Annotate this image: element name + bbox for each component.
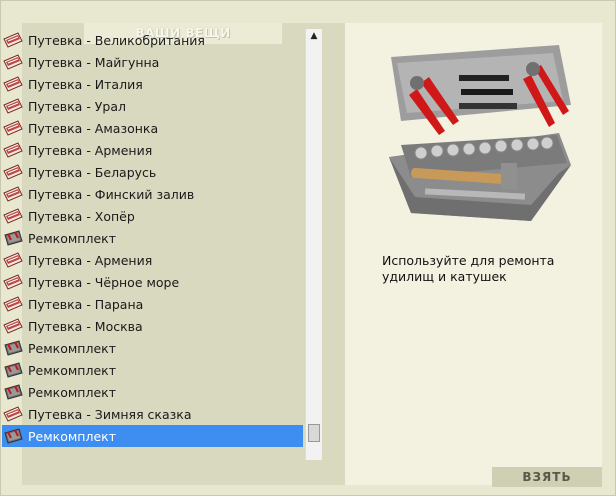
voucher-icon — [3, 53, 23, 71]
list-item-label: Путевка - Хопёр — [28, 208, 135, 224]
list-item-label: Путевка - Беларусь — [28, 164, 157, 180]
voucher-icon — [3, 185, 23, 203]
voucher-icon — [3, 317, 23, 335]
list-item-label: Ремкомплект — [28, 384, 116, 400]
list-item-label: Ремкомплект — [28, 340, 116, 356]
repair-kit-icon — [3, 229, 23, 247]
list-item-label: Путевка - Амазонка — [28, 120, 159, 136]
list-item-label: Путевка - Армения — [28, 252, 153, 268]
voucher-icon — [3, 119, 23, 137]
list-item[interactable]: Путевка - Италия — [2, 73, 303, 95]
list-item[interactable]: Путевка - Зимняя сказка — [2, 403, 303, 425]
voucher-icon — [3, 405, 23, 423]
list-item[interactable]: Путевка - Майгунна — [2, 51, 303, 73]
list-item[interactable]: Путевка - Парана — [2, 293, 303, 315]
list-item-label: Путевка - Великобритания — [28, 32, 205, 48]
voucher-icon — [3, 295, 23, 313]
list-item-label: Путевка - Парана — [28, 296, 144, 312]
list-item[interactable]: Ремкомплект — [2, 337, 303, 359]
take-button[interactable]: ВЗЯТЬ — [492, 467, 602, 487]
voucher-icon — [3, 207, 23, 225]
list-item[interactable]: Путевка - Амазонка — [2, 117, 303, 139]
scroll-down-icon[interactable] — [306, 446, 322, 460]
scroll-up-icon[interactable]: ▲ — [306, 29, 322, 43]
list-item-label: Путевка - Зимняя сказка — [28, 406, 192, 422]
voucher-icon — [3, 141, 23, 159]
list-item[interactable]: Ремкомплект — [2, 227, 303, 249]
list-item-label: Путевка - Майгунна — [28, 54, 160, 70]
scroll-thumb[interactable] — [308, 424, 320, 442]
list-item-label: Путевка - Москва — [28, 318, 143, 334]
list-item-label: Путевка - Чёрное море — [28, 274, 180, 290]
list-item-label: Путевка - Финский залив — [28, 186, 195, 202]
list-item[interactable]: Путевка - Армения — [2, 249, 303, 271]
item-description: Используйте для ремонта удилищ и катушек — [382, 253, 555, 284]
list-item[interactable]: Ремкомплект — [2, 425, 303, 447]
list-item-label: Путевка - Италия — [28, 76, 143, 92]
voucher-icon — [3, 163, 23, 181]
list-scrollbar[interactable]: ▲ — [305, 29, 322, 460]
list-item-label: Ремкомплект — [28, 230, 116, 246]
list-item[interactable]: Путевка - Армения — [2, 139, 303, 161]
voucher-icon — [3, 97, 23, 115]
voucher-icon — [3, 251, 23, 269]
repair-kit-icon — [3, 427, 23, 445]
repair-kit-icon — [3, 361, 23, 379]
list-item[interactable]: Ремкомплект — [2, 359, 303, 381]
repair-kit-icon — [3, 383, 23, 401]
list-item[interactable]: Путевка - Хопёр — [2, 205, 303, 227]
list-item[interactable]: Путевка - Чёрное море — [2, 271, 303, 293]
item-detail-panel: Используйте для ремонта удилищ и катушек — [345, 23, 602, 485]
repair-kit-icon — [3, 339, 23, 357]
list-item-label: Ремкомплект — [28, 428, 116, 444]
list-item[interactable]: Путевка - Москва — [2, 315, 303, 337]
inventory-list: Путевка - Великобритания Путевка - Майгун… — [2, 29, 305, 480]
list-item[interactable]: Ремкомплект — [2, 381, 303, 403]
list-item-label: Путевка - Урал — [28, 98, 127, 114]
voucher-icon — [3, 31, 23, 49]
list-item[interactable]: Путевка - Урал — [2, 95, 303, 117]
list-item[interactable]: Путевка - Великобритания — [2, 29, 303, 51]
list-item[interactable]: Путевка - Беларусь — [2, 161, 303, 183]
list-item[interactable]: Путевка - Финский залив — [2, 183, 303, 205]
list-item-label: Ремкомплект — [28, 362, 116, 378]
list-item-label: Путевка - Армения — [28, 142, 153, 158]
voucher-icon — [3, 273, 23, 291]
toolbox-image — [389, 45, 571, 221]
voucher-icon — [3, 75, 23, 93]
